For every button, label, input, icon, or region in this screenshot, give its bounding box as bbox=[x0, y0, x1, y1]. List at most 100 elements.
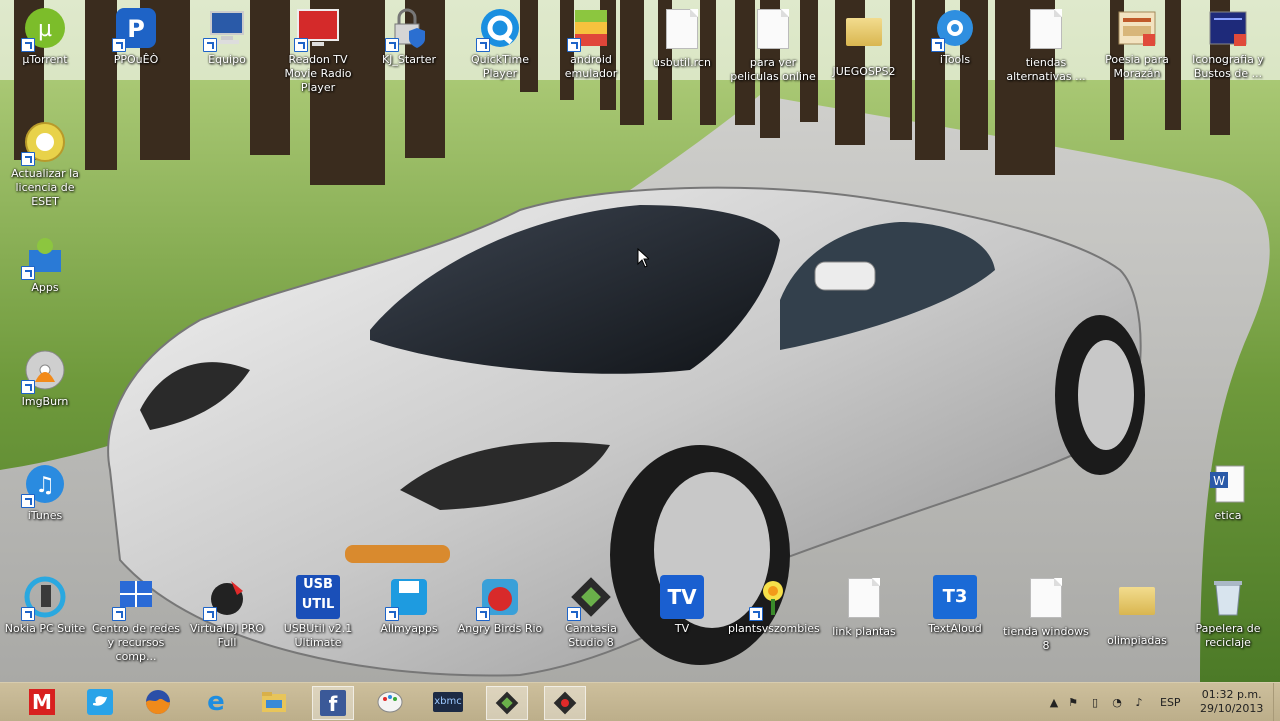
icon-label: Papelera de reciclaje bbox=[1195, 622, 1261, 649]
clock[interactable]: 01:32 p.m. 29/10/2013 bbox=[1200, 688, 1263, 716]
tienda-windows8-file[interactable]: tienda windows 8 bbox=[1001, 575, 1091, 653]
xbmc-icon: xbmc bbox=[433, 692, 463, 712]
shortcut-arrow-icon bbox=[112, 607, 126, 621]
icon-label: Apps bbox=[31, 281, 59, 294]
utorrent-icon: µ bbox=[21, 6, 67, 52]
taskbar-firefox[interactable] bbox=[138, 686, 178, 718]
recycle-bin[interactable]: Papelera de reciclaje bbox=[1183, 575, 1273, 650]
para-ver-peliculas-file[interactable]: para ver peliculas online bbox=[728, 6, 818, 84]
network-center-shortcut[interactable]: Centro de redes y recursos comp... bbox=[91, 575, 181, 664]
icon-label: USBUtil v2.1 Ultimate bbox=[283, 622, 353, 649]
shortcut-arrow-icon bbox=[21, 607, 35, 621]
usbutil-ultimate-shortcut[interactable]: USB UTIL USBUtil v2.1 Ultimate bbox=[273, 575, 363, 650]
facebook-icon: f bbox=[320, 690, 346, 716]
itunes-icon: ♫ bbox=[21, 462, 67, 508]
nokia-pc-suite-shortcut[interactable]: Nokia PC Suite bbox=[0, 575, 90, 636]
paint-icon bbox=[377, 691, 403, 713]
svg-text:♫: ♫ bbox=[35, 473, 55, 498]
virtualdj-shortcut[interactable]: VirtualDJ PRO Full bbox=[182, 575, 272, 650]
document-icon bbox=[660, 9, 704, 53]
taskbar-camtasia-recorder[interactable] bbox=[486, 686, 528, 720]
lock-shield-icon bbox=[385, 6, 431, 52]
volume-icon[interactable]: ♪ bbox=[1128, 696, 1150, 709]
device-icon[interactable]: ▯ bbox=[1084, 696, 1106, 709]
icon-label: Equipo bbox=[208, 53, 246, 66]
svg-text:P: P bbox=[127, 15, 145, 43]
shortcut-arrow-icon bbox=[112, 38, 126, 52]
language-indicator[interactable]: ESP bbox=[1160, 696, 1190, 709]
icon-label: iTools bbox=[939, 53, 971, 66]
icon-label: etica bbox=[1214, 509, 1242, 522]
camtasia-studio-shortcut[interactable]: Camtasia Studio 8 bbox=[546, 575, 636, 650]
etica-file[interactable]: W etica bbox=[1183, 462, 1273, 523]
show-hidden-icons-icon[interactable]: ▲ bbox=[1046, 696, 1062, 709]
system-tray: ▲ ⚑ ▯ ◔ ♪ ESP 01:32 p.m. 29/10/2013 bbox=[1046, 683, 1264, 721]
allmyapps-shortcut[interactable]: Allmyapps bbox=[364, 575, 454, 636]
taskbar-paint[interactable] bbox=[370, 686, 410, 718]
camtasia-icon bbox=[567, 575, 613, 621]
internet-explorer-icon: e bbox=[207, 687, 225, 717]
shortcut-arrow-icon bbox=[476, 38, 490, 52]
taskbar-xbmc[interactable]: xbmc bbox=[428, 686, 468, 718]
taskbar: M e f xbmc ▲ ⚑ ▯ ◔ ♪ ESP 01:32 p.m. 29/1… bbox=[0, 682, 1280, 721]
mouse-cursor-icon bbox=[637, 248, 649, 268]
icon-label: Actualizar la licencia de ESET bbox=[11, 167, 79, 208]
taskbar-camtasia-studio[interactable] bbox=[544, 686, 586, 720]
tv-shortcut[interactable]: TV TV bbox=[637, 575, 727, 636]
network-signal-icon[interactable]: ◔ bbox=[1106, 696, 1128, 709]
olimpiadas-folder[interactable]: olimpiadas bbox=[1092, 575, 1182, 648]
juegosps2-folder[interactable]: JUEGOSPS2 bbox=[819, 6, 909, 79]
bluestacks-icon bbox=[567, 6, 613, 52]
file-explorer-icon bbox=[262, 692, 286, 712]
camtasia-recorder-icon bbox=[495, 691, 519, 715]
taskbar-twitter[interactable] bbox=[80, 686, 120, 718]
shortcut-arrow-icon bbox=[385, 607, 399, 621]
shortcut-arrow-icon bbox=[203, 38, 217, 52]
eset-license-shortcut[interactable]: Actualizar la licencia de ESET bbox=[0, 120, 90, 209]
utorrent-shortcut[interactable]: µ µTorrent bbox=[0, 6, 90, 67]
itunes-shortcut[interactable]: ♫ iTunes bbox=[0, 462, 90, 523]
quicktime-shortcut[interactable]: QuickTime Player bbox=[455, 6, 545, 81]
show-desktop-button[interactable] bbox=[1273, 683, 1280, 721]
svg-text:W: W bbox=[1213, 474, 1225, 488]
poesia-morazan-file[interactable]: Poesia para Morazán bbox=[1092, 6, 1182, 81]
document-icon bbox=[751, 9, 795, 53]
usbutil-icon: USB UTIL bbox=[296, 575, 340, 619]
equipo-shortcut[interactable]: Equipo bbox=[182, 6, 272, 67]
action-center-flag-icon[interactable]: ⚑ bbox=[1062, 696, 1084, 709]
disc-burn-icon bbox=[21, 348, 67, 394]
iconografia-bustos-file[interactable]: Iconografia y Bustos de ... bbox=[1183, 6, 1273, 81]
tiendas-alternativas-file[interactable]: tiendas alternativas ... bbox=[1001, 6, 1091, 84]
textaloud-shortcut[interactable]: T3 TextAloud bbox=[910, 575, 1000, 636]
taskbar-marca[interactable]: M bbox=[22, 686, 62, 718]
icon-label: link plantas bbox=[832, 625, 896, 638]
icon-label: JUEGOSPS2 bbox=[832, 65, 896, 78]
taskbar-facebook[interactable]: f bbox=[312, 686, 354, 720]
ppouoe-shortcut[interactable]: P PPOuÊÒ bbox=[91, 6, 181, 67]
icon-label: Nokia PC Suite bbox=[4, 622, 86, 635]
shortcut-arrow-icon bbox=[385, 38, 399, 52]
angry-birds-shortcut[interactable]: Angry Birds Rio bbox=[455, 575, 545, 636]
imgburn-shortcut[interactable]: ImgBurn bbox=[0, 348, 90, 409]
recycle-bin-icon bbox=[1206, 575, 1250, 619]
textaloud-glyph: T3 bbox=[942, 586, 968, 607]
itools-shortcut[interactable]: iTools bbox=[910, 6, 1000, 67]
usbutil-rcn-file[interactable]: usbutil.rcn bbox=[637, 6, 727, 70]
shortcut-arrow-icon bbox=[749, 607, 763, 621]
readon-tv-shortcut[interactable]: Readon TV Movie Radio Player bbox=[273, 6, 363, 95]
link-plantas-file[interactable]: link plantas bbox=[819, 575, 909, 639]
clock-date: 29/10/2013 bbox=[1200, 702, 1264, 715]
image-thumbnail-icon bbox=[1115, 6, 1159, 50]
taskbar-internet-explorer[interactable]: e bbox=[196, 686, 236, 718]
textaloud-icon: T3 bbox=[933, 575, 977, 619]
kj-starter-shortcut[interactable]: KJ_Starter bbox=[364, 6, 454, 67]
taskbar-file-explorer[interactable] bbox=[254, 686, 294, 718]
plantsvszombies-shortcut[interactable]: plantsvszombies bbox=[728, 575, 820, 636]
icon-label: tienda windows 8 bbox=[1003, 625, 1089, 652]
icon-label: QuickTime Player bbox=[470, 53, 530, 80]
icon-label: iTunes bbox=[27, 509, 63, 522]
android-emulador-shortcut[interactable]: android emulador bbox=[546, 6, 636, 81]
icon-label: usbutil.rcn bbox=[653, 56, 711, 69]
icon-label: TextAloud bbox=[928, 622, 982, 635]
apps-shortcut[interactable]: Apps bbox=[0, 234, 90, 295]
